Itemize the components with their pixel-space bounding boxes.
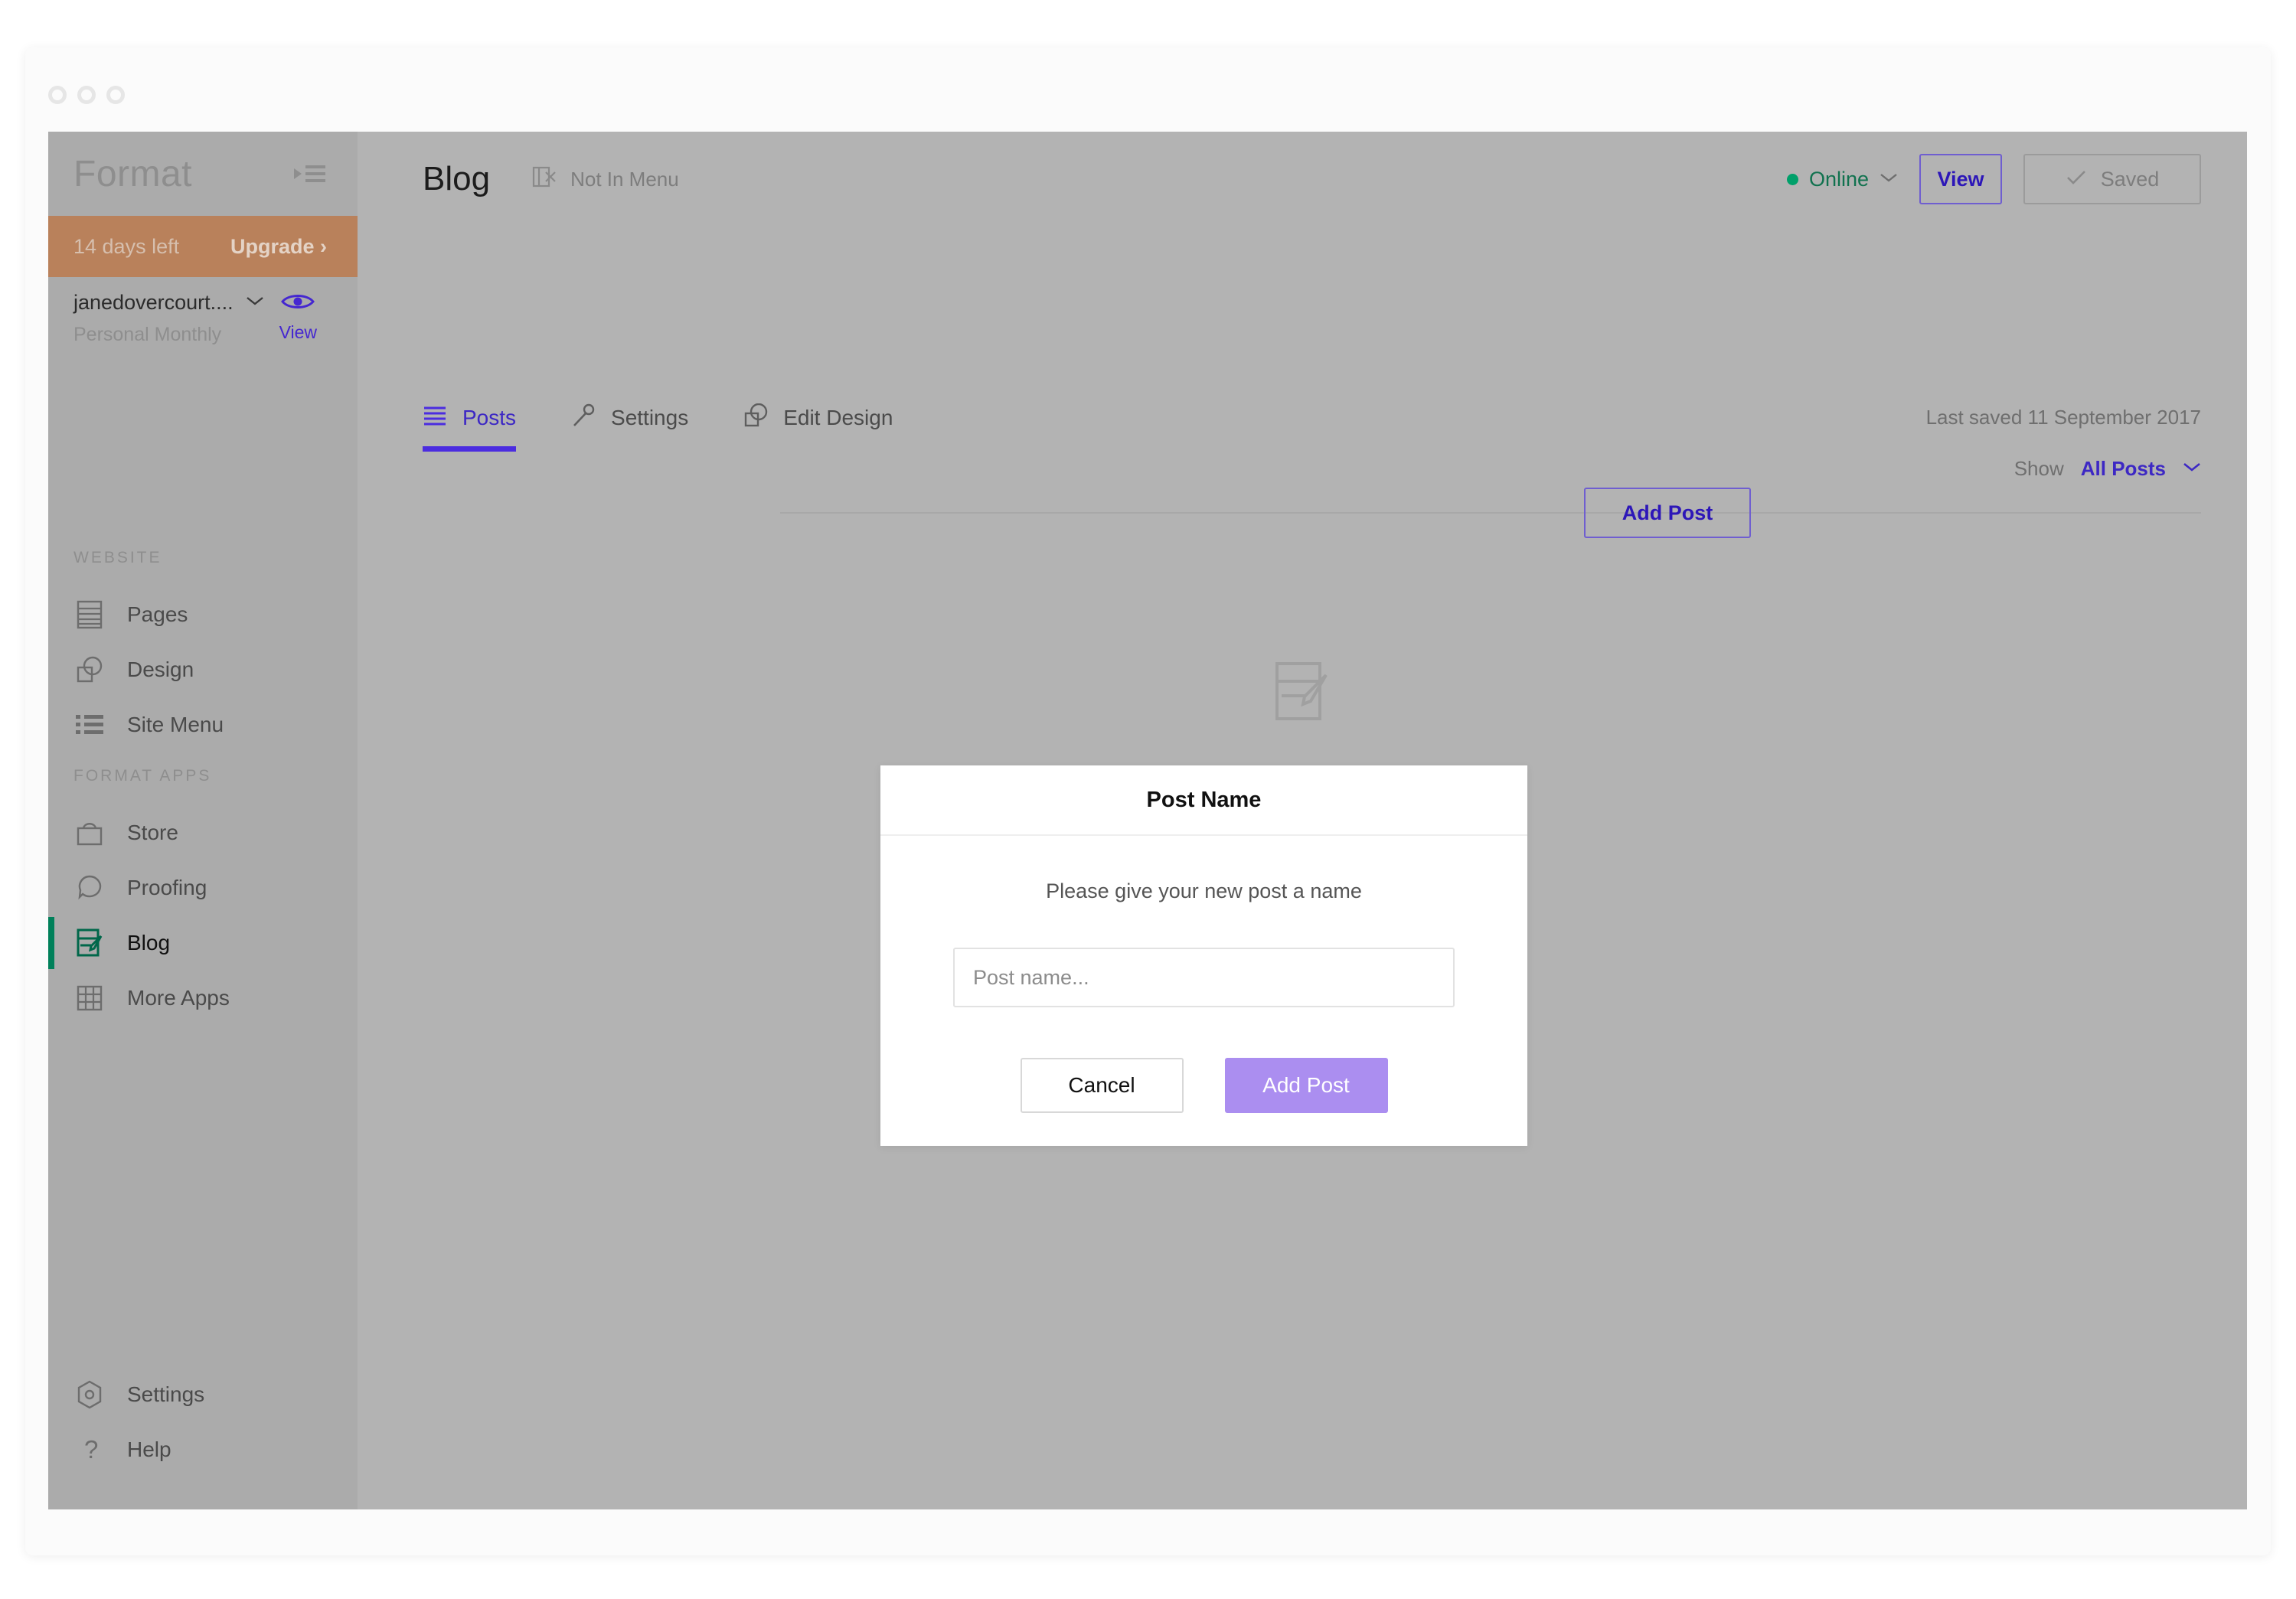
question-mark-icon: ?	[73, 1434, 106, 1466]
window-maximize-dot[interactable]	[106, 86, 125, 104]
eye-icon	[279, 291, 316, 316]
sidebar-item-label-blog: Blog	[127, 931, 171, 955]
svg-text:?: ?	[84, 1435, 98, 1464]
sidebar-item-site-menu[interactable]: Site Menu	[48, 697, 358, 752]
sidebar-section-website: WEBSITE Pages Design Site Menu	[48, 549, 358, 752]
sidebar-item-label-help: Help	[127, 1437, 171, 1461]
chevron-down-icon[interactable]	[246, 295, 264, 310]
collapse-sidebar-icon[interactable]	[292, 161, 327, 187]
pages-icon	[73, 599, 106, 631]
store-bag-icon	[73, 817, 106, 849]
account-name-row[interactable]: janedovercourt....	[73, 291, 264, 315]
account-plan: Personal Monthly	[73, 324, 222, 345]
design-icon	[73, 654, 106, 686]
window-controls	[48, 86, 125, 104]
sidebar: Format 14 days left Upgrade › janedoverc…	[48, 132, 358, 1509]
gear-icon	[73, 1379, 106, 1411]
account-view-label: View	[279, 322, 318, 342]
window-close-dot[interactable]	[48, 86, 67, 104]
sidebar-item-pages[interactable]: Pages	[48, 587, 358, 642]
modal-title: Post Name	[1146, 787, 1262, 812]
sidebar-item-label-proofing: Proofing	[127, 876, 207, 899]
app-shell: Format 14 days left Upgrade › janedoverc…	[48, 132, 2247, 1509]
cancel-button[interactable]: Cancel	[1020, 1058, 1184, 1113]
window-minimize-dot[interactable]	[77, 86, 96, 104]
post-name-modal: Post Name Please give your new post a na…	[880, 765, 1527, 1146]
sidebar-item-label-design: Design	[127, 658, 194, 681]
grid-apps-icon	[73, 982, 106, 1014]
trial-banner[interactable]: 14 days left Upgrade ›	[48, 216, 358, 277]
sidebar-section-label-format-apps: FORMAT APPS	[73, 767, 212, 785]
sidebar-item-proofing[interactable]: Proofing	[48, 860, 358, 915]
site-menu-icon	[73, 709, 106, 741]
sidebar-item-design[interactable]: Design	[48, 642, 358, 697]
sidebar-brand-row: Format	[48, 132, 358, 216]
sidebar-item-settings[interactable]: Settings	[48, 1367, 358, 1422]
sidebar-item-label-settings: Settings	[127, 1382, 205, 1406]
upgrade-link[interactable]: Upgrade ›	[230, 235, 327, 259]
proofing-icon	[73, 872, 106, 904]
account-block: janedovercourt.... Personal Monthly View	[48, 277, 358, 365]
sidebar-item-store[interactable]: Store	[48, 805, 358, 860]
sidebar-item-help[interactable]: ? Help	[48, 1422, 358, 1477]
trial-days-left: 14 days left	[73, 234, 180, 258]
account-name: janedovercourt....	[73, 291, 234, 314]
sidebar-item-label-pages: Pages	[127, 602, 188, 626]
sidebar-item-label-store: Store	[127, 821, 178, 844]
blog-icon	[73, 927, 106, 959]
account-text: janedovercourt.... Personal Monthly	[73, 291, 264, 365]
sidebar-bottom-nav: Settings ? Help	[48, 1367, 358, 1477]
modal-body: Please give your new post a name Cancel …	[880, 836, 1527, 1113]
sidebar-section-label-website: WEBSITE	[73, 549, 162, 566]
sidebar-item-more-apps[interactable]: More Apps	[48, 971, 358, 1026]
modal-description: Please give your new post a name	[1046, 879, 1362, 902]
add-post-confirm-button[interactable]: Add Post	[1224, 1058, 1388, 1113]
brand-title: Format	[73, 153, 193, 194]
modal-header: Post Name	[880, 765, 1527, 836]
sidebar-item-label-more-apps: More Apps	[127, 986, 230, 1010]
sidebar-section-format-apps: FORMAT APPS Store Proofing Blog More App…	[48, 767, 358, 1026]
sidebar-item-blog[interactable]: Blog	[48, 915, 358, 971]
sidebar-item-label-site-menu: Site Menu	[127, 713, 224, 736]
post-name-input[interactable]	[953, 948, 1455, 1007]
account-view-button[interactable]: View	[264, 291, 332, 365]
modal-actions: Cancel Add Post	[953, 1058, 1455, 1113]
